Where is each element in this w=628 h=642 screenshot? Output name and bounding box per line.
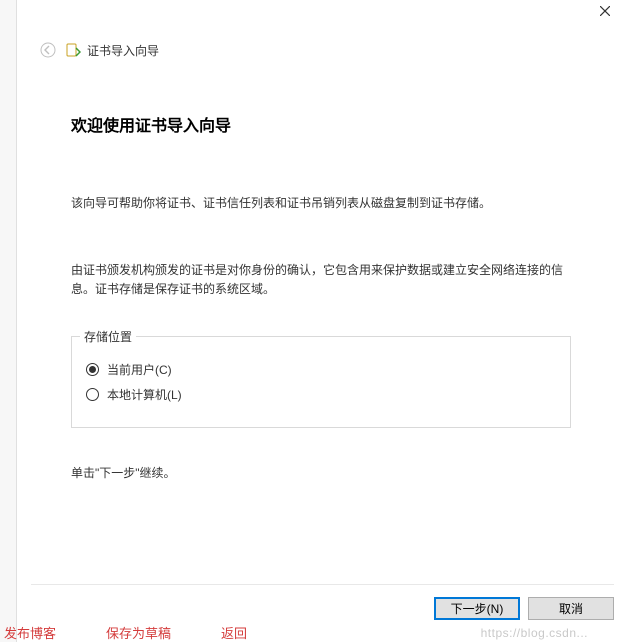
intro-paragraph-1: 该向导可帮助你将证书、证书信任列表和证书吊销列表从磁盘复制到证书存储。 (71, 194, 574, 213)
certificate-import-wizard-dialog: 证书导入向导 欢迎使用证书导入向导 该向导可帮助你将证书、证书信任列表和证书吊销… (16, 0, 628, 642)
radio-label: 当前用户(C) (107, 361, 172, 378)
storage-location-legend: 存储位置 (80, 328, 136, 345)
storage-location-group: 存储位置 当前用户(C) 本地计算机(L) (71, 336, 571, 428)
next-button[interactable]: 下一步(N) (434, 597, 520, 620)
page-heading: 欢迎使用证书导入向导 (71, 112, 574, 136)
watermark-text: https://blog.csdn... (481, 626, 588, 640)
radio-local-machine[interactable]: 本地计算机(L) (86, 386, 556, 403)
button-row: 下一步(N) 取消 (31, 584, 614, 620)
background-page-fragment: 发布博客 保存为草稿 返回 (4, 623, 247, 642)
radio-icon (86, 363, 99, 376)
intro-paragraph-2: 由证书颁发机构颁发的证书是对你身份的确认，它包含用来保护数据或建立安全网络连接的… (71, 261, 574, 299)
certificate-wizard-icon (65, 42, 81, 58)
close-icon[interactable] (600, 6, 614, 20)
radio-icon (86, 388, 99, 401)
wizard-content: 欢迎使用证书导入向导 该向导可帮助你将证书、证书信任列表和证书吊销列表从磁盘复制… (17, 64, 628, 481)
cancel-button[interactable]: 取消 (528, 597, 614, 620)
back-arrow-icon[interactable] (37, 39, 59, 61)
radio-label: 本地计算机(L) (107, 386, 182, 403)
wizard-header: 证书导入向导 (17, 30, 628, 64)
radio-current-user[interactable]: 当前用户(C) (86, 361, 556, 378)
continue-hint: 单击"下一步"继续。 (71, 464, 574, 481)
background-strip (0, 0, 16, 642)
wizard-title: 证书导入向导 (87, 42, 159, 59)
titlebar (17, 0, 628, 30)
